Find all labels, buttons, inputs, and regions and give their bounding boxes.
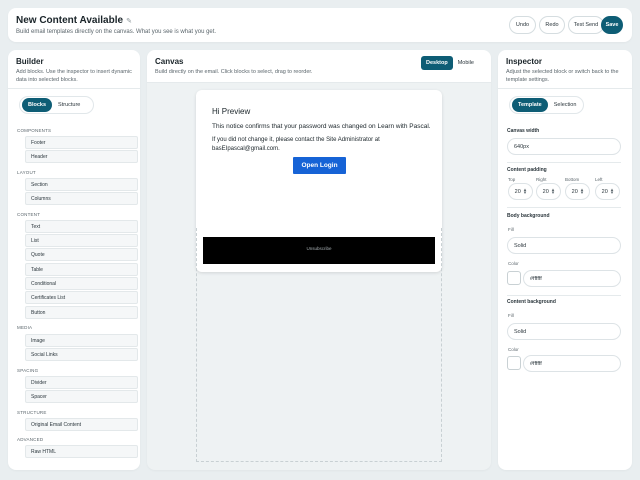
divider	[507, 162, 621, 163]
tab-structure[interactable]: Structure	[52, 98, 86, 112]
block-original-email-content[interactable]: Original Email Content	[25, 418, 138, 431]
builder-description-line: Add blocks. Use the inspector to insert …	[16, 69, 132, 75]
padding-left-label: Left	[595, 177, 603, 182]
email-text-contact[interactable]: If you did not change it, please contact…	[212, 136, 412, 153]
inspector-tabs: Template Selection	[509, 96, 584, 114]
inspector-description-line: Adjust the selected block or switch back…	[506, 69, 619, 75]
block-table[interactable]: Table	[25, 263, 138, 276]
group-label-spacing: SPACING	[17, 368, 39, 373]
padding-top-label: Top	[508, 177, 516, 182]
canvas-panel: Canvas Build directly on the email. Clic…	[147, 50, 491, 470]
canvas-width-input[interactable]: 640px	[507, 138, 621, 155]
builder-tabs: Blocks Structure	[19, 96, 94, 114]
undo-button[interactable]: Undo	[509, 16, 536, 34]
inspector-description: Adjust the selected block or switch back…	[506, 68, 619, 84]
email-open-login-button[interactable]: Open Login	[293, 157, 346, 174]
padding-left-value[interactable]: 20	[602, 189, 608, 195]
canvas-width-label: Canvas width	[507, 128, 540, 134]
email-text-confirm[interactable]: This notice confirms that your password …	[212, 123, 431, 130]
content-color-label: Color	[508, 347, 519, 352]
builder-description-line: data into selected blocks.	[16, 77, 78, 83]
block-text[interactable]: Text	[25, 220, 138, 233]
canvas-drop-zone[interactable]	[196, 228, 442, 462]
inspector-panel: Inspector Adjust the selected block or s…	[498, 50, 632, 470]
group-label-media: MEDIA	[17, 325, 33, 330]
inspector-title: Inspector	[506, 57, 543, 66]
block-spacer[interactable]: Spacer	[25, 390, 138, 403]
content-color-input[interactable]: #ffffff	[523, 355, 621, 372]
padding-left-stepper[interactable]: 20 ▴ ▾	[595, 183, 620, 200]
view-tabs: Desktop Mobile	[419, 54, 485, 72]
padding-top-value[interactable]: 20	[515, 189, 521, 195]
divider	[8, 88, 140, 89]
redo-button[interactable]: Redo	[539, 16, 565, 34]
block-divider[interactable]: Divider	[25, 376, 138, 389]
tab-selection[interactable]: Selection	[548, 98, 583, 112]
block-columns[interactable]: Columns	[25, 192, 138, 205]
builder-panel: Builder Add blocks. Use the inspector to…	[8, 50, 140, 470]
padding-bottom-label: Bottom	[565, 177, 580, 182]
page-title-text: New Content Available	[16, 15, 124, 26]
pencil-icon[interactable]: ✎	[126, 17, 132, 25]
body-color-input[interactable]: #ffffff	[523, 270, 621, 287]
divider	[147, 82, 491, 83]
canvas-description: Build directly on the email. Click block…	[155, 69, 313, 75]
padding-bottom-value[interactable]: 20	[572, 189, 578, 195]
block-section[interactable]: Section	[25, 178, 138, 191]
stepper-icon[interactable]: ▴ ▾	[552, 187, 555, 195]
stepper-icon[interactable]: ▴ ▾	[611, 187, 614, 195]
divider	[498, 88, 632, 89]
padding-bottom-stepper[interactable]: 20 ▴ ▾	[565, 183, 590, 200]
block-quote[interactable]: Quote	[25, 248, 138, 261]
builder-description: Add blocks. Use the inspector to insert …	[16, 68, 132, 84]
canvas-title: Canvas	[155, 57, 184, 66]
page-subtitle: Build email templates directly on the ca…	[16, 29, 217, 35]
block-conditional[interactable]: Conditional	[25, 277, 138, 290]
inspector-description-line: template settings.	[506, 77, 550, 83]
block-certificates-list[interactable]: Certificates List	[25, 291, 138, 304]
block-footer[interactable]: Footer	[25, 136, 138, 149]
body-background-label: Body background	[507, 213, 550, 219]
body-fill-label: Fill	[508, 227, 514, 232]
test-send-button[interactable]: Test Send	[568, 16, 604, 34]
tab-template[interactable]: Template	[512, 98, 548, 112]
builder-title: Builder	[16, 57, 44, 66]
padding-right-label: Right	[536, 177, 547, 182]
content-fill-select[interactable]: Solid	[507, 323, 621, 340]
padding-right-value[interactable]: 20	[543, 189, 549, 195]
canvas-header: Canvas Build directly on the email. Clic…	[147, 50, 491, 82]
padding-right-stepper[interactable]: 20 ▴ ▾	[536, 183, 561, 200]
divider	[507, 295, 621, 296]
body-color-label: Color	[508, 261, 519, 266]
content-fill-label: Fill	[508, 313, 514, 318]
page-title: New Content Available ✎	[16, 15, 132, 26]
padding-top-stepper[interactable]: 20 ▴ ▾	[508, 183, 533, 200]
divider	[507, 207, 621, 208]
group-label-layout: LAYOUT	[17, 170, 36, 175]
content-color-swatch[interactable]	[507, 356, 521, 370]
tab-mobile[interactable]: Mobile	[453, 56, 479, 70]
block-image[interactable]: Image	[25, 334, 138, 347]
body-fill-select[interactable]: Solid	[507, 237, 621, 254]
tab-blocks[interactable]: Blocks	[22, 98, 53, 112]
block-raw-html[interactable]: Raw HTML	[25, 445, 138, 458]
block-list[interactable]: List	[25, 234, 138, 247]
block-header[interactable]: Header	[25, 150, 138, 163]
content-background-label: Content background	[507, 299, 556, 305]
stepper-icon[interactable]: ▴ ▾	[524, 187, 527, 195]
group-label-structure: STRUCTURE	[17, 410, 47, 415]
block-social-links[interactable]: Social Links	[25, 348, 138, 361]
group-label-content: CONTENT	[17, 212, 41, 217]
email-greeting[interactable]: Hi Preview	[212, 107, 250, 116]
block-button[interactable]: Button	[25, 306, 138, 319]
content-padding-label: Content padding	[507, 167, 547, 173]
tab-desktop[interactable]: Desktop	[421, 56, 453, 70]
stepper-icon[interactable]: ▴ ▾	[581, 187, 584, 195]
save-button[interactable]: Save	[601, 16, 623, 34]
group-label-advanced: ADVANCED	[17, 437, 44, 442]
top-header: New Content Available ✎ Build email templ…	[8, 8, 632, 42]
body-color-swatch[interactable]	[507, 271, 521, 285]
group-label-components: COMPONENTS	[17, 128, 52, 133]
